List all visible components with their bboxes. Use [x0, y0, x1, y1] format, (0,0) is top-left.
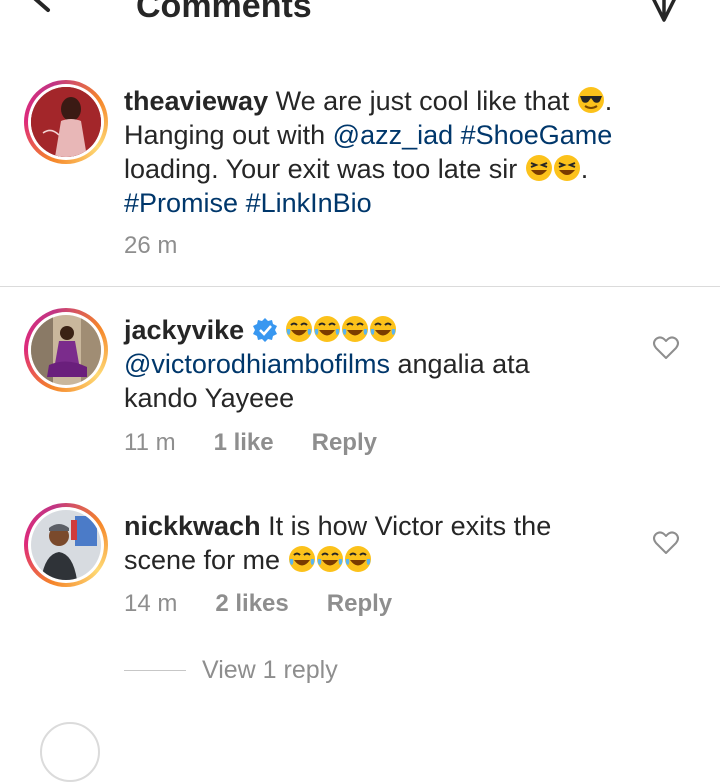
- caption-text: theavieway We are just cool like that . …: [124, 86, 613, 218]
- sunglasses-emoji-icon: [577, 87, 604, 113]
- comment-timestamp: 14 m: [124, 590, 178, 617]
- header: Comments: [0, 0, 720, 30]
- laughing-tears-emoji-icon: [342, 316, 369, 342]
- next-comment-avatar[interactable]: [40, 722, 100, 782]
- laughing-emoji-icon: [553, 155, 580, 181]
- hashtag-link[interactable]: #LinkInBio: [246, 188, 372, 218]
- laughing-emoji-icon: [525, 155, 552, 181]
- comment-avatar[interactable]: [24, 308, 108, 392]
- reply-button[interactable]: Reply: [312, 429, 377, 457]
- comment-avatar-image: [31, 510, 101, 580]
- laughing-tears-emoji-icon: [344, 546, 371, 572]
- comment-username[interactable]: jackyvike: [124, 315, 244, 345]
- comment-avatar[interactable]: [24, 503, 108, 587]
- view-replies-line: [124, 670, 186, 671]
- page-title: Comments: [136, 0, 312, 25]
- comment-text: nickkwach It is how Victor exits the sce…: [124, 511, 552, 575]
- caption-username[interactable]: theavieway: [124, 86, 268, 116]
- laughing-tears-emoji-icon: [288, 546, 315, 572]
- comment-timestamp: 11 m: [124, 429, 176, 456]
- back-arrow-icon[interactable]: [28, 0, 80, 20]
- like-heart-icon[interactable]: [652, 334, 680, 362]
- caption-line1: We are just cool like that: [275, 86, 570, 116]
- laughing-tears-emoji-icon: [286, 316, 313, 342]
- divider: [0, 286, 720, 287]
- likes-count[interactable]: 2 likes: [215, 590, 288, 618]
- comment-avatar-image: [31, 315, 101, 385]
- caption-timestamp: 26 m: [124, 232, 178, 259]
- caption-avatar-image: [31, 87, 101, 157]
- laughing-tears-emoji-icon: [314, 316, 341, 342]
- comment-text: jackyvike @victorodhiambofilms angalia a…: [124, 315, 530, 413]
- caption-meta: 26 m: [124, 232, 177, 260]
- laughing-tears-emoji-icon: [316, 546, 343, 572]
- mention-link[interactable]: @azz_iad: [333, 120, 453, 150]
- laughing-tears-emoji-icon: [370, 316, 397, 342]
- hashtag-link[interactable]: #ShoeGame: [461, 120, 613, 150]
- comment-username[interactable]: nickkwach: [124, 511, 261, 541]
- comment-meta: 11 m 1 like Reply: [124, 429, 377, 457]
- view-replies-label: View 1 reply: [202, 656, 338, 684]
- hashtag-link[interactable]: #Promise: [124, 188, 238, 218]
- reply-button[interactable]: Reply: [327, 590, 392, 618]
- comment-meta: 14 m 2 likes Reply: [124, 590, 392, 618]
- mention-link[interactable]: @victorodhiambofilms: [124, 349, 390, 379]
- caption-avatar[interactable]: [24, 80, 108, 164]
- likes-count[interactable]: 1 like: [214, 429, 274, 457]
- send-icon[interactable]: [644, 0, 684, 24]
- view-replies-button[interactable]: View 1 reply: [124, 656, 338, 685]
- like-heart-icon[interactable]: [652, 529, 680, 557]
- verified-badge-icon: [252, 318, 277, 342]
